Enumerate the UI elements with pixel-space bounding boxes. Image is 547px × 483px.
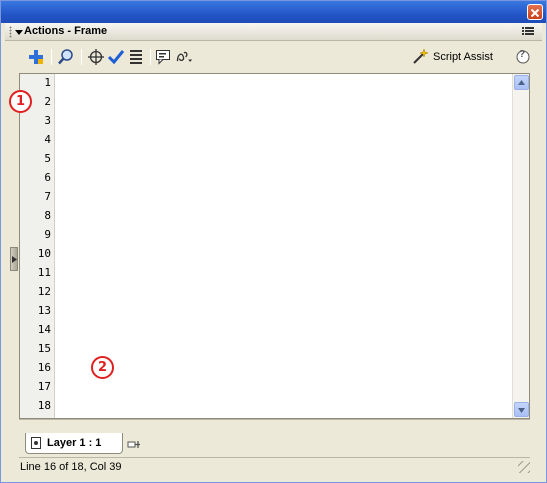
toolbar-separator (81, 49, 82, 65)
line-number: 11 (37, 266, 51, 279)
line-number: 10 (37, 247, 51, 260)
actions-toolbar: Script Assist ? (5, 41, 542, 73)
scroll-down-icon (518, 408, 525, 413)
line-number: 1 (44, 76, 51, 89)
auto-format-icon[interactable] (127, 48, 145, 66)
panel-header[interactable]: Actions - Frame (5, 23, 542, 41)
layer-tab-label: Layer 1 : 1 (47, 437, 102, 449)
panel-collapse-handle[interactable] (10, 247, 18, 271)
line-number: 14 (37, 323, 51, 336)
help-label: ? (519, 49, 526, 60)
scroll-up-icon (518, 80, 525, 85)
toolbar-separator (150, 49, 151, 65)
callout-marker-2: 2 (91, 356, 114, 379)
panel-options-icon[interactable] (522, 26, 534, 36)
line-number: 9 (44, 228, 51, 241)
scroll-up-button[interactable] (514, 75, 529, 90)
panel-title: Actions - Frame (24, 25, 108, 37)
script-assist-label: Script Assist (433, 51, 493, 63)
window-title-bar[interactable] (1, 1, 546, 23)
toolbar-separator (51, 49, 52, 65)
cursor-position-status: Line 16 of 18, Col 39 (20, 461, 122, 473)
scroll-down-button[interactable] (514, 402, 529, 417)
script-assist-button[interactable]: Script Assist (410, 47, 506, 67)
check-syntax-icon[interactable] (107, 48, 125, 66)
line-number: 15 (37, 342, 51, 355)
target-path-icon[interactable] (87, 48, 105, 66)
line-number: 4 (44, 133, 51, 146)
callout-marker-2-label: 2 (97, 360, 108, 375)
code-hint-icon[interactable] (155, 48, 173, 66)
actions-panel-window: Actions - Frame Script Assist ? 1 2 3 4 … (0, 0, 547, 483)
line-number: 18 (37, 399, 51, 412)
panel-grip-icon[interactable] (9, 26, 12, 38)
line-number: 16 (37, 361, 51, 374)
find-icon[interactable] (57, 48, 75, 66)
line-number: 7 (44, 190, 51, 203)
layer-tab[interactable]: Layer 1 : 1 (25, 433, 123, 454)
status-bar: Line 16 of 18, Col 39 (19, 457, 530, 475)
help-button[interactable]: ? (516, 49, 530, 64)
line-number: 8 (44, 209, 51, 222)
script-tab-bar: Layer 1 : 1 (19, 419, 530, 457)
add-statement-icon[interactable] (27, 48, 45, 66)
close-button[interactable] (527, 4, 543, 20)
line-number: 12 (37, 285, 51, 298)
pin-script-icon[interactable] (127, 437, 141, 451)
line-number: 17 (37, 380, 51, 393)
debug-options-icon[interactable] (175, 48, 193, 66)
magic-wand-icon (413, 48, 429, 64)
callout-marker-1-label: 1 (15, 94, 26, 109)
collapse-arrow-icon[interactable] (15, 30, 23, 35)
callout-marker-1: 1 (9, 90, 32, 113)
line-number: 5 (44, 152, 51, 165)
layer-icon (31, 437, 41, 449)
close-icon (530, 8, 540, 18)
vertical-scrollbar[interactable] (512, 74, 529, 418)
line-number: 6 (44, 171, 51, 184)
collapse-right-icon (12, 256, 17, 263)
line-number: 13 (37, 304, 51, 317)
line-number: 3 (44, 114, 51, 127)
resize-grip-icon[interactable] (518, 461, 530, 473)
